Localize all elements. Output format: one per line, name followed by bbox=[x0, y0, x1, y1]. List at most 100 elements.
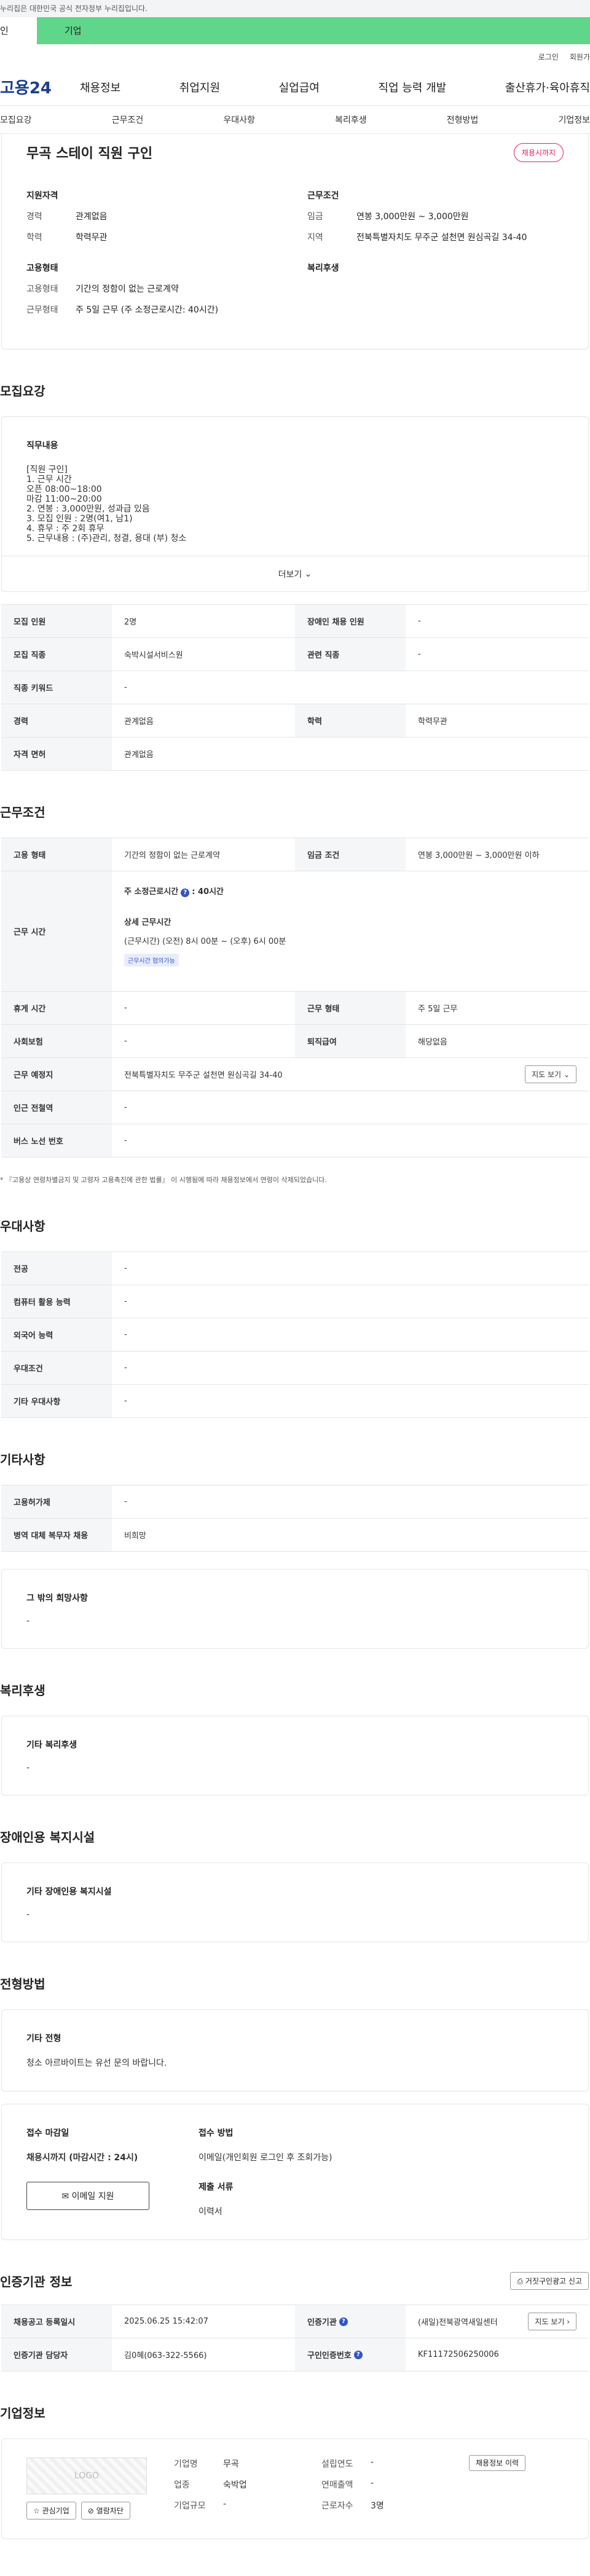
apply-box: 접수 마감일 채용시까지 (마감시간 : 24시) ✉ 이메일 지원 접수 방법… bbox=[1, 2104, 589, 2240]
fav-label: 관심기업 bbox=[42, 2507, 69, 2515]
util-bar: 로그인 회원가 bbox=[0, 44, 590, 69]
row-label: 우대조건 bbox=[1, 1352, 112, 1384]
nav-jobs[interactable]: 채용정보 bbox=[80, 79, 120, 95]
deadline-title: 접수 마감일 bbox=[26, 2128, 69, 2138]
site-logo[interactable]: 고용24 bbox=[0, 76, 68, 98]
signup-link[interactable]: 회원가 bbox=[570, 52, 590, 62]
login-link[interactable]: 로그인 bbox=[538, 52, 559, 62]
age-note: * 『고용상 연령차별금지 및 고령자 고용촉진에 관한 법률』 이 시행됨에 … bbox=[0, 1176, 327, 1184]
help-icon[interactable]: ? bbox=[339, 2317, 348, 2326]
kv-value: 전북특별자치도 무주군 설천면 원심곡길 34-40 bbox=[356, 233, 527, 243]
table-row: 외국어 능력 - bbox=[1, 1318, 589, 1352]
table-row: 인근 전철역 - bbox=[1, 1091, 589, 1124]
row-label: 고용허가제 bbox=[1, 1485, 112, 1518]
row-label: 경력 bbox=[1, 704, 112, 737]
row-value: 주 5일 근무 bbox=[418, 1005, 458, 1014]
row-label: 사회보험 bbox=[1, 1025, 112, 1057]
kv-label: 설립연도 bbox=[321, 2459, 353, 2469]
work-heading: 근무조건 bbox=[0, 805, 45, 820]
tab-screening[interactable]: 전형방법 bbox=[447, 114, 479, 126]
help-icon[interactable]: ? bbox=[181, 888, 190, 897]
row-label: 장애인 채용 인원 bbox=[295, 605, 406, 637]
hours-detail-title: 상세 근무시간 bbox=[124, 917, 171, 927]
kv-value: 무곡 bbox=[223, 2459, 239, 2469]
row-value: 학력무관 bbox=[418, 717, 447, 726]
row-label: 근무 예정지 bbox=[1, 1058, 112, 1091]
row-value: - bbox=[124, 1003, 127, 1013]
section-tabs: 모집요강 근무조건 우대사항 복리후생 전형방법 기업정보 bbox=[0, 106, 590, 134]
tab-corporate[interactable]: 기업 bbox=[37, 17, 590, 44]
block-view-button[interactable]: ⊘ 열람차단 bbox=[81, 2502, 130, 2520]
kv-label: 경력 bbox=[26, 212, 42, 222]
table-row: 고용허가제 - bbox=[1, 1485, 589, 1519]
tab-welfare[interactable]: 복리후생 bbox=[335, 114, 367, 126]
row-label: 기타 우대사항 bbox=[1, 1385, 112, 1417]
hours-main-value: : 40시간 bbox=[192, 887, 224, 897]
row-label: 퇴직급여 bbox=[295, 1025, 406, 1057]
table-row: 전공 - bbox=[1, 1252, 589, 1285]
mail-icon: ✉ bbox=[61, 2192, 69, 2201]
row-label: 고용 형태 bbox=[1, 838, 112, 871]
map-button-label: 지도 보기 bbox=[532, 1070, 562, 1079]
kv-label: 근로자수 bbox=[321, 2501, 353, 2511]
row-label: 임금 조건 bbox=[295, 838, 406, 871]
tab-preferences[interactable]: 우대사항 bbox=[223, 114, 255, 126]
block-label: 열람차단 bbox=[96, 2507, 124, 2515]
row-value: - bbox=[124, 1363, 127, 1372]
row-label: 컴퓨터 활용 능력 bbox=[1, 1285, 112, 1318]
row-label: 버스 노선 번호 bbox=[1, 1124, 112, 1157]
hours-main-label: 주 소정근로시간 bbox=[124, 887, 179, 897]
company-box: LOGO ☆ 관심기업 ⊘ 열람차단 기업명 무곡 업종 숙박업 기업규모 - 설립연… bbox=[1, 2438, 589, 2539]
tab-personal[interactable]: 인 bbox=[0, 17, 37, 44]
company-logo: LOGO bbox=[26, 2457, 147, 2494]
report-button[interactable]: ⎙ 거짓구인광고 신고 bbox=[510, 2272, 589, 2290]
kv-value: 3명 bbox=[371, 2501, 384, 2511]
kv-label: 연매출액 bbox=[321, 2480, 353, 2490]
table-row: 모집 인원 2명 장애인 채용 인원 - bbox=[1, 605, 589, 638]
job-history-button[interactable]: 채용정보 이력 bbox=[469, 2455, 526, 2471]
qual-title: 지원자격 bbox=[26, 191, 58, 201]
gov-tabs: 인 기업 bbox=[0, 17, 590, 44]
row-label: 외국어 능력 bbox=[1, 1318, 112, 1351]
more-button[interactable]: 더보기 ⌄ bbox=[2, 556, 588, 591]
nav-unemployment-benefit[interactable]: 실업급여 bbox=[279, 79, 320, 95]
agency-map-button[interactable]: 지도 보기 › bbox=[528, 2313, 576, 2330]
tab-company[interactable]: 기업정보 bbox=[558, 114, 590, 126]
main-nav: 고용24 채용정보 취업지원 실업급여 직업 능력 개발 출산휴가·육아휴직 bbox=[0, 69, 590, 106]
docs-title: 제출 서류 bbox=[199, 2182, 234, 2192]
email-apply-button[interactable]: ✉ 이메일 지원 bbox=[26, 2182, 149, 2210]
kv-value: 기간의 정함이 없는 근로계약 bbox=[76, 284, 179, 294]
row-value: 해당없음 bbox=[418, 1038, 447, 1047]
row-label: 인증기관 bbox=[307, 2318, 337, 2327]
row-value: - bbox=[124, 1136, 127, 1145]
docs-value: 이력서 bbox=[199, 2207, 222, 2217]
tab-recruit[interactable]: 모집요강 bbox=[0, 114, 32, 126]
help-icon[interactable]: ? bbox=[353, 2350, 363, 2359]
welfare-title: 복리후생 bbox=[307, 263, 339, 273]
gov-banner: 누리집은 대한민국 공식 전자정부 누리집입니다. bbox=[0, 0, 590, 17]
block-icon: ⊘ bbox=[87, 2507, 94, 2515]
row-label: 채용공고 등록일시 bbox=[1, 2305, 112, 2338]
nav-maternity-leave[interactable]: 출산휴가·육아휴직 bbox=[505, 79, 590, 95]
cond-title: 근무조건 bbox=[307, 191, 339, 201]
row-value: - bbox=[124, 1396, 127, 1406]
row-label: 근무 형태 bbox=[295, 992, 406, 1024]
report-icon: ⎙ bbox=[517, 2277, 524, 2286]
nav-vocational-training[interactable]: 직업 능력 개발 bbox=[378, 79, 446, 95]
favorite-company-button[interactable]: ☆ 관심기업 bbox=[26, 2502, 76, 2520]
table-row: 사회보험 - 퇴직급여 해당없음 bbox=[1, 1025, 589, 1058]
etc-heading: 기타사항 bbox=[0, 1452, 45, 1467]
row-label: 관련 직종 bbox=[295, 638, 406, 671]
report-label: 거짓구인광고 신고 bbox=[525, 2277, 582, 2286]
tab-work-conditions[interactable]: 근무조건 bbox=[112, 114, 144, 126]
row-label: 구인인증번호 bbox=[307, 2351, 352, 2360]
more-label: 더보기 bbox=[278, 569, 302, 580]
nav-employment-support[interactable]: 취업지원 bbox=[179, 79, 220, 95]
company-heading: 기업정보 bbox=[0, 2406, 45, 2421]
screening-heading: 전형방법 bbox=[0, 1977, 45, 1991]
kv-value: - bbox=[223, 2499, 227, 2509]
kv-value: - bbox=[371, 2478, 374, 2488]
map-button[interactable]: 지도 보기 ⌄ bbox=[525, 1065, 576, 1083]
row-label: 병역 대체 복무자 채용 bbox=[1, 1519, 112, 1551]
row-label: 학력 bbox=[295, 704, 406, 737]
